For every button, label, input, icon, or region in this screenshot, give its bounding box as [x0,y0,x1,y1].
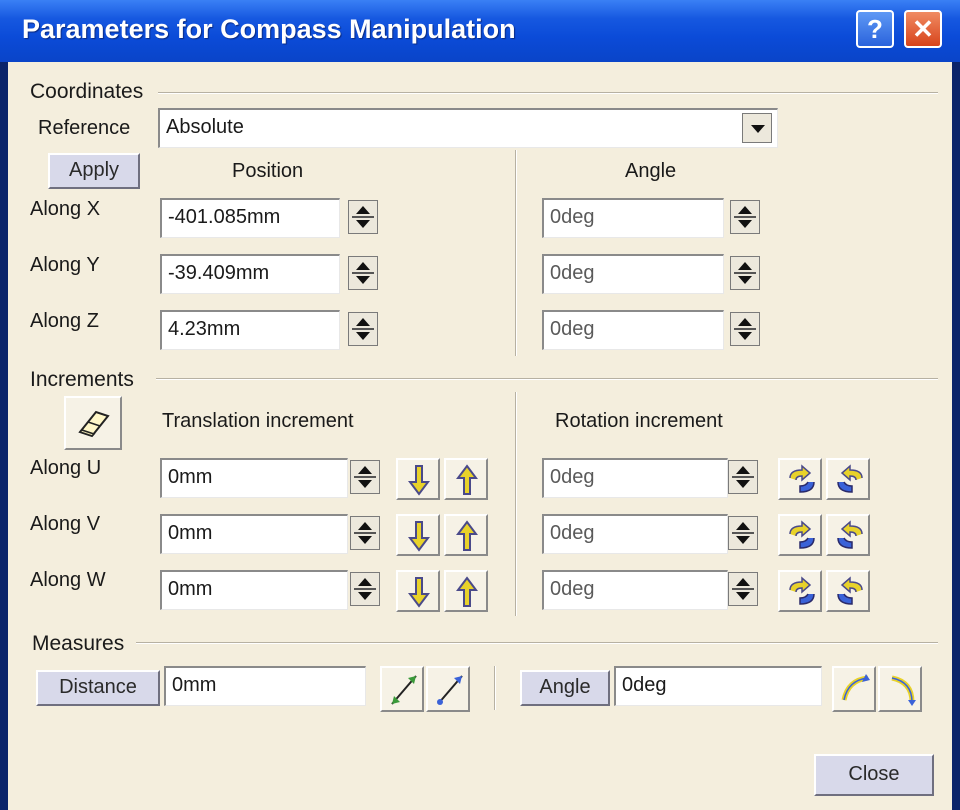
increments-section-label: Increments [30,368,134,391]
along-x-label: Along X [30,198,101,220]
position-z-input[interactable]: 4.23mm [160,310,340,350]
translation-w-stepper[interactable] [350,572,380,606]
window-close-button[interactable]: ✕ [904,10,942,48]
translation-v-input[interactable]: 0mm [160,514,348,554]
translation-w-input[interactable]: 0mm [160,570,348,610]
rotation-w-stepper[interactable] [728,572,758,606]
distance-button[interactable]: Distance [36,670,160,706]
translate-w-up-button[interactable] [444,570,488,612]
arrow-up-icon [456,464,478,495]
translate-w-down-button[interactable] [396,570,440,612]
angle-y-stepper[interactable] [730,256,760,290]
arrow-down-icon [408,577,430,608]
rotate-counterclockwise-icon [837,464,863,493]
measure-item-icon [437,675,463,705]
increments-separator [156,378,938,380]
position-z-stepper[interactable] [348,312,378,346]
dialog-title: Parameters for Compass Manipulation [22,14,516,44]
translate-v-up-button[interactable] [444,514,488,556]
rotate-counterclockwise-icon [837,576,863,605]
reference-label: Reference [38,117,131,139]
rotate-clockwise-icon [789,464,815,493]
increments-column-separator [515,392,517,616]
rotate-v-ccw-button[interactable] [826,514,870,556]
measures-section-label: Measures [32,632,125,655]
rotation-u-input[interactable]: 0deg [542,458,728,498]
along-y-label: Along Y [30,254,100,276]
coordinates-section-label: Coordinates [30,80,144,103]
measure-distance-between-button[interactable] [380,666,424,712]
angle-value-field[interactable]: 0deg [614,666,822,706]
angle-x-input[interactable]: 0deg [542,198,724,238]
angle-header: Angle [625,160,677,182]
rotation-v-stepper[interactable] [728,516,758,550]
coordinates-separator [158,92,938,94]
dialog-body: Coordinates Reference Absolute Apply Pos… [8,62,952,810]
angle-measure-icon [841,674,870,701]
measures-column-separator [494,666,496,710]
rotation-increment-header: Rotation increment [555,410,723,432]
rotate-u-cw-button[interactable] [778,458,822,500]
position-header: Position [232,160,304,182]
rotation-w-input[interactable]: 0deg [542,570,728,610]
angle-button[interactable]: Angle [520,670,610,706]
eraser-icon [78,410,110,438]
close-button[interactable]: Close [814,754,934,796]
chevron-down-icon[interactable] [742,113,772,143]
angle-z-stepper[interactable] [730,312,760,346]
translation-u-input[interactable]: 0mm [160,458,348,498]
help-button[interactable]: ? [856,10,894,48]
measure-angle-between-button[interactable] [832,666,876,712]
measure-distance-item-button[interactable] [426,666,470,712]
along-z-label: Along Z [30,310,99,332]
translation-u-stepper[interactable] [350,460,380,494]
title-bar[interactable]: Parameters for Compass Manipulation ? ✕ [0,0,960,62]
angle-y-input[interactable]: 0deg [542,254,724,294]
translate-u-down-button[interactable] [396,458,440,500]
rotation-v-input[interactable]: 0deg [542,514,728,554]
arrow-up-icon [456,576,478,607]
along-w-label: Along W [30,569,106,591]
distance-value-field[interactable]: 0mm [164,666,366,706]
rotation-u-stepper[interactable] [728,460,758,494]
along-v-label: Along V [30,513,101,535]
rotate-v-cw-button[interactable] [778,514,822,556]
along-u-label: Along U [30,457,102,479]
position-x-stepper[interactable] [348,200,378,234]
reset-increments-button[interactable] [64,396,122,450]
arrow-down-icon [408,465,430,496]
position-y-input[interactable]: -39.409mm [160,254,340,294]
rotate-clockwise-icon [789,576,815,605]
translate-v-down-button[interactable] [396,514,440,556]
compass-parameters-dialog: Parameters for Compass Manipulation ? ✕ … [0,0,960,810]
rotate-w-cw-button[interactable] [778,570,822,612]
measures-separator [136,642,938,644]
position-y-stepper[interactable] [348,256,378,290]
rotate-w-ccw-button[interactable] [826,570,870,612]
coordinates-column-separator [515,150,517,356]
arrow-up-icon [456,520,478,551]
translate-u-up-button[interactable] [444,458,488,500]
reference-value: Absolute [166,116,244,138]
translation-v-stepper[interactable] [350,516,380,550]
measure-between-icon [391,675,417,705]
reference-dropdown[interactable]: Absolute [158,108,778,148]
position-x-input[interactable]: -401.085mm [160,198,340,238]
apply-button[interactable]: Apply [48,153,140,189]
rotate-clockwise-icon [789,520,815,549]
rotate-counterclockwise-icon [837,520,863,549]
angle-x-stepper[interactable] [730,200,760,234]
angle-item-icon [891,675,916,706]
translation-increment-header: Translation increment [162,410,354,432]
angle-z-input[interactable]: 0deg [542,310,724,350]
rotate-u-ccw-button[interactable] [826,458,870,500]
arrow-down-icon [408,521,430,552]
measure-angle-item-button[interactable] [878,666,922,712]
